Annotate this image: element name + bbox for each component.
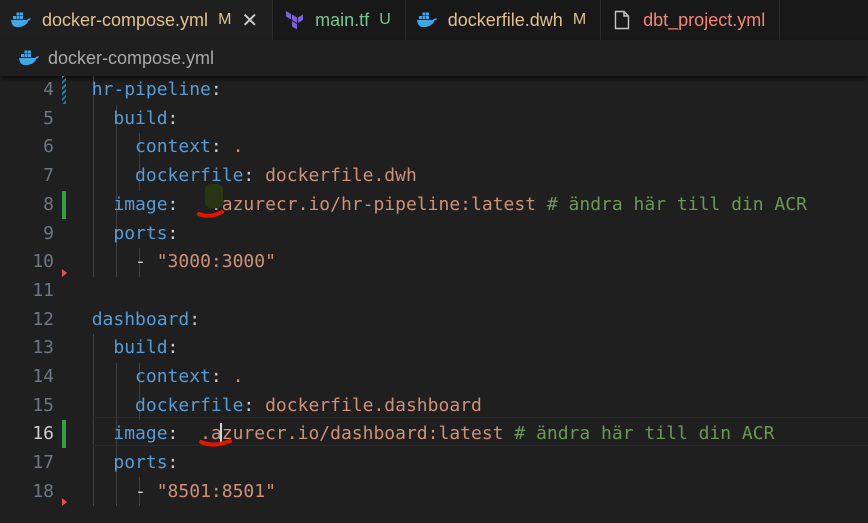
code-line: 4 hr-pipeline: bbox=[0, 76, 868, 105]
docker-icon bbox=[416, 9, 438, 31]
line-content: image: .azurecr.io/hr-pipeline:latest # … bbox=[113, 193, 807, 215]
line-content: dockerfile: dockerfile.dashboard bbox=[135, 394, 482, 416]
line-number: 13 bbox=[32, 337, 54, 359]
line-number: 4 bbox=[43, 79, 54, 100]
tab-label: main.tf bbox=[315, 9, 370, 30]
code-line: 8 image: .azurecr.io/hr-pipeline:latest … bbox=[0, 191, 868, 220]
code-editor[interactable]: 4 hr-pipeline: 5 build: 6 context: . 7 d… bbox=[0, 76, 868, 523]
line-number: 7 bbox=[43, 165, 54, 187]
tab-main-tf[interactable]: main.tf U bbox=[273, 0, 406, 40]
file-icon bbox=[611, 9, 633, 31]
annotation-underline bbox=[197, 210, 224, 218]
code-line: 12 dashboard: bbox=[0, 306, 868, 335]
line-content: build: bbox=[113, 337, 179, 359]
line-content: context: . bbox=[135, 366, 244, 387]
line-content: build: bbox=[113, 107, 179, 129]
tab-dockerfile-dwh[interactable]: dockerfile.dwh M bbox=[406, 0, 602, 40]
git-status-badge: U bbox=[379, 11, 391, 28]
breadcrumb-file: docker-compose.yml bbox=[48, 47, 215, 68]
line-number: 5 bbox=[43, 107, 54, 129]
redaction-mark bbox=[205, 184, 223, 208]
code-line: 18 - "8501:8501" bbox=[0, 478, 868, 507]
line-number: 15 bbox=[32, 394, 54, 416]
tab-label: dockerfile.dwh bbox=[447, 9, 563, 30]
line-number: 16 bbox=[32, 423, 54, 445]
git-status-badge: M bbox=[572, 11, 587, 28]
code-line: 15 dockerfile: dockerfile.dashboard bbox=[0, 392, 868, 421]
line-number: 12 bbox=[32, 308, 54, 330]
breadcrumb[interactable]: docker-compose.yml bbox=[0, 40, 868, 76]
code-line: 6 context: . bbox=[0, 133, 868, 162]
line-content: dockerfile: dockerfile.dwh bbox=[135, 165, 417, 187]
line-content: dashboard: bbox=[91, 308, 201, 330]
code-line: 13 build: bbox=[0, 334, 868, 363]
line-number: 11 bbox=[32, 279, 54, 301]
line-content: image: .azurecr.io/dashboard:latest # än… bbox=[113, 423, 775, 445]
line-content: hr-pipeline: bbox=[91, 79, 222, 100]
docker-icon bbox=[18, 47, 40, 69]
terraform-icon bbox=[283, 9, 305, 31]
git-status-badge: M bbox=[218, 11, 232, 28]
line-number: 9 bbox=[43, 222, 54, 244]
code-line: 5 build: bbox=[0, 105, 868, 134]
tab-dbt-project[interactable]: dbt_project.yml bbox=[601, 0, 781, 40]
tab-label: dbt_project.yml bbox=[643, 9, 766, 30]
line-number: 6 bbox=[43, 136, 54, 158]
annotation-underline bbox=[199, 439, 232, 447]
line-content: - "3000:3000" bbox=[135, 251, 276, 273]
code-line: 11 bbox=[0, 277, 868, 306]
line-number: 8 bbox=[43, 193, 54, 215]
docker-icon bbox=[10, 9, 32, 31]
close-icon[interactable]: ✕ bbox=[241, 8, 258, 33]
code-line: 17 ports: bbox=[0, 449, 868, 478]
line-number: 17 bbox=[32, 452, 54, 474]
line-number: 14 bbox=[32, 366, 54, 387]
tab-label: docker-compose.yml bbox=[42, 9, 209, 30]
code-line: 7 dockerfile: dockerfile.dwh bbox=[0, 162, 868, 191]
line-content: ports: bbox=[113, 452, 179, 474]
line-number: 10 bbox=[32, 251, 54, 273]
tab-docker-compose[interactable]: docker-compose.yml M ✕ bbox=[0, 0, 274, 40]
line-content: - "8501:8501" bbox=[135, 480, 276, 502]
code-line: 14 context: . bbox=[0, 363, 868, 392]
code-line: 9 ports: bbox=[0, 220, 868, 249]
line-number: 18 bbox=[32, 480, 54, 502]
line-content: context: . bbox=[135, 136, 244, 158]
code-line: 10 - "3000:3000" bbox=[0, 248, 868, 277]
tab-bar: docker-compose.yml M ✕ main.tf U dockerf… bbox=[0, 0, 868, 40]
line-content: ports: bbox=[113, 222, 179, 244]
code-line: 16 image: .azurecr.io/dashboard:latest #… bbox=[0, 420, 868, 449]
